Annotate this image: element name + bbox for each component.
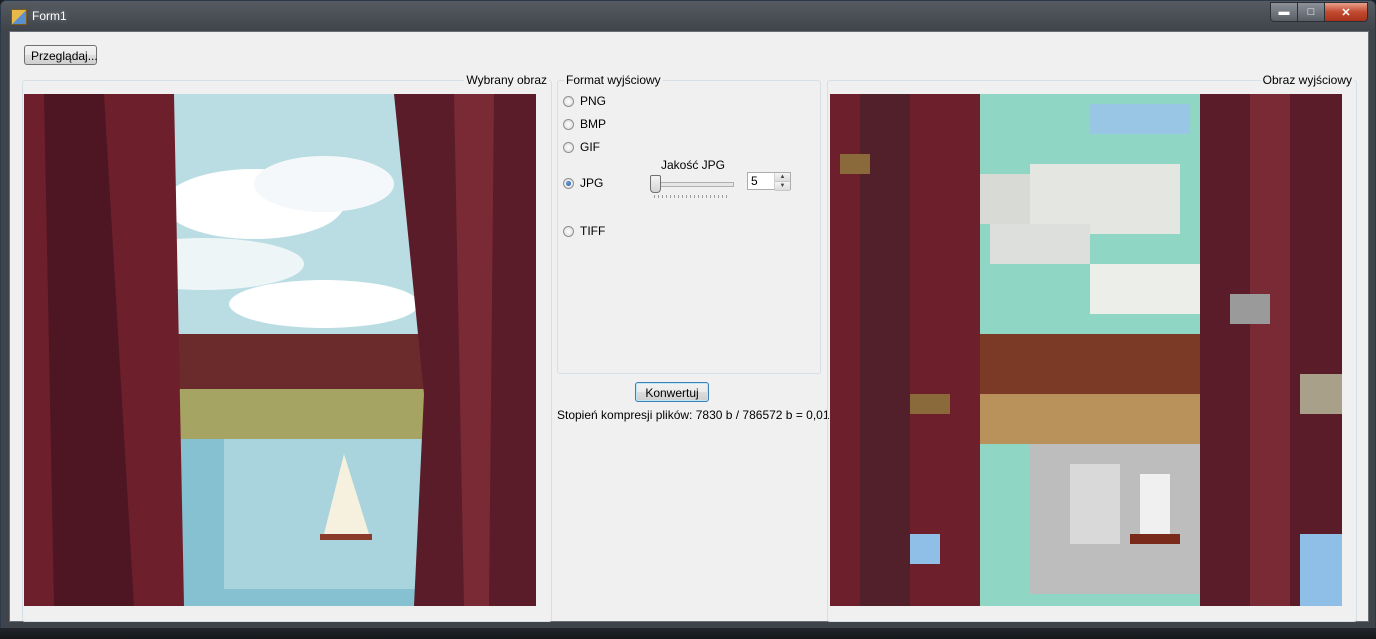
stepper-up-icon[interactable]: ▲ xyxy=(775,173,790,182)
radio-tiff[interactable]: TIFF xyxy=(563,224,605,238)
taskbar-strip xyxy=(0,628,1376,639)
jpg-quality-stepper[interactable]: 5 ▲ ▼ xyxy=(747,172,791,191)
radio-tiff-label: TIFF xyxy=(580,224,606,238)
jpg-quality-value[interactable]: 5 xyxy=(748,173,774,189)
jpg-quality-label: Jakość JPG xyxy=(661,158,726,172)
output-image-drawing xyxy=(830,94,1342,606)
radio-gif-indicator[interactable] xyxy=(563,141,574,153)
window-title: Form1 xyxy=(32,9,67,23)
radio-png-indicator[interactable] xyxy=(563,95,574,107)
source-image-label: Wybrany obraz xyxy=(464,73,549,87)
radio-jpg-label: JPG xyxy=(580,176,604,190)
maximize-button[interactable]: □ xyxy=(1298,2,1325,22)
minimize-button[interactable]: ▬ xyxy=(1270,2,1298,22)
source-image xyxy=(24,94,536,606)
minimize-icon: ▬ xyxy=(1278,6,1290,18)
convert-button[interactable]: Konwertuj xyxy=(635,382,709,402)
maximize-icon: □ xyxy=(1307,6,1315,18)
output-image xyxy=(830,94,1342,606)
slider-thumb[interactable] xyxy=(650,175,661,193)
source-image-drawing xyxy=(24,94,536,606)
close-icon: ✕ xyxy=(1341,6,1351,19)
app-window: Form1 ▬ □ ✕ Przeglądaj... Wybrany obraz xyxy=(0,0,1376,629)
close-button[interactable]: ✕ xyxy=(1325,2,1368,22)
slider-ticks xyxy=(654,195,730,198)
radio-bmp-label: BMP xyxy=(580,117,607,131)
radio-tiff-indicator[interactable] xyxy=(563,225,574,237)
compression-ratio-text: Stopień kompresji plików: 7830 b / 78657… xyxy=(557,408,837,422)
browse-button[interactable]: Przeglądaj... xyxy=(24,45,98,65)
slider-track xyxy=(652,182,734,187)
radio-jpg-indicator[interactable] xyxy=(563,177,574,189)
radio-gif[interactable]: GIF xyxy=(563,140,600,154)
radio-bmp[interactable]: BMP xyxy=(563,117,606,131)
radio-png[interactable]: PNG xyxy=(563,94,606,108)
radio-png-label: PNG xyxy=(580,94,607,108)
title-bar[interactable]: Form1 ▬ □ ✕ xyxy=(1,1,1375,31)
format-group-label: Format wyjściowy xyxy=(564,73,663,87)
app-icon xyxy=(11,9,27,25)
radio-jpg[interactable]: JPG xyxy=(563,176,603,190)
radio-gif-label: GIF xyxy=(580,140,600,154)
radio-bmp-indicator[interactable] xyxy=(563,118,574,130)
jpg-quality-slider[interactable] xyxy=(650,175,734,201)
form-client-area: Przeglądaj... Wybrany obraz Format wyjśc… xyxy=(9,31,1369,622)
stepper-down-icon[interactable]: ▼ xyxy=(775,182,790,191)
output-image-label: Obraz wyjściowy xyxy=(1260,73,1354,87)
